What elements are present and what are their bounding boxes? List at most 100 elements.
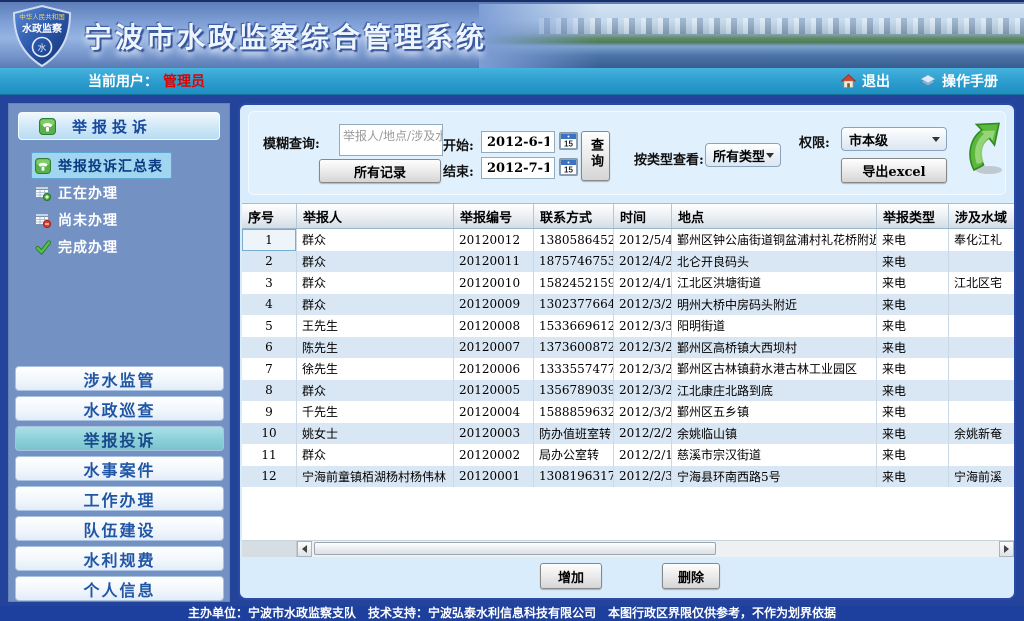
table-cell (949, 380, 1014, 402)
calendar-day-text: 15 (564, 166, 573, 175)
report-table-header: 序号举报人举报编号联系方式时间地点举报类型涉及水域 (242, 204, 1014, 229)
table-cell (949, 401, 1014, 423)
end-date-input[interactable] (481, 157, 555, 179)
table-row[interactable]: 9千先生20120004158885963252012/3/23鄞州区五乡镇来电 (242, 401, 1014, 423)
table-cell: 13567890390 (534, 380, 614, 402)
table-add-icon (35, 185, 51, 201)
column-header-5[interactable]: 地点 (672, 204, 877, 228)
end-calendar-button[interactable]: 15 (559, 158, 578, 176)
table-row[interactable]: 4群众20120009130237766492012/3/29明州大桥中房码头附… (242, 294, 1014, 316)
sidebar-subitem-1[interactable]: 正在办理 (31, 179, 127, 206)
table-cell: 2012/5/4 (614, 229, 672, 251)
table-cell: 4 (242, 294, 297, 316)
table-cell: 2012/2/10 (614, 444, 672, 466)
table-row[interactable]: 2群众20120011187574675372012/4/23北仑开良码头来电 (242, 251, 1014, 273)
column-header-4[interactable]: 时间 (614, 204, 672, 228)
sidebar-subitem-label: 尚未办理 (58, 210, 118, 230)
home-icon (841, 74, 856, 88)
table-cell: 江北康庄北路到底 (672, 380, 877, 402)
table-cell: 20120009 (454, 294, 534, 316)
search-button-label: 查询 (586, 138, 605, 170)
scroll-right-button[interactable] (999, 541, 1014, 557)
table-cell (949, 358, 1014, 380)
table-cell: 群众 (297, 444, 454, 466)
sidebar-menu-item-7[interactable]: 个人信息 (15, 576, 224, 601)
table-cell: 13081963176 (534, 466, 614, 488)
manual-button[interactable]: 操作手册 (920, 71, 998, 91)
table-row[interactable]: 5王先生20120008153366961212012/3/31阳明街道来电 (242, 315, 1014, 337)
sidebar-section-title: 举报投诉 (72, 116, 152, 137)
type-dropdown[interactable]: 所有类型 (705, 143, 781, 167)
column-header-0[interactable]: 序号 (242, 204, 297, 228)
column-header-6[interactable]: 举报类型 (877, 204, 949, 228)
chevron-down-icon (932, 137, 940, 142)
scrollbar-thumb[interactable] (314, 542, 716, 555)
table-row[interactable]: 3群众20120010158245215972012/4/17江北区洪塘街道来电… (242, 272, 1014, 294)
user-bar: 当前用户： 管理员 退出 (0, 68, 1024, 95)
table-cell: 防办值班室转 (534, 423, 614, 445)
table-cell: 5 (242, 315, 297, 337)
sidebar-subitem-0[interactable]: 举报投诉汇总表 (31, 152, 172, 179)
page-title: 宁波市水政监察综合管理系统 (84, 16, 487, 56)
scroll-left-button[interactable] (297, 541, 312, 557)
table-row[interactable]: 8群众20120005135678903902012/3/26江北康庄北路到底来… (242, 380, 1014, 402)
delete-button[interactable]: 删除 (662, 563, 720, 589)
sidebar-menu-item-4[interactable]: 工作办理 (15, 486, 224, 511)
table-row[interactable]: 7徐先生20120006133355747782012/3/29鄞州区古林镇葑水… (242, 358, 1014, 380)
table-cell (949, 444, 1014, 466)
sidebar-subitem-3[interactable]: 完成办理 (31, 233, 127, 260)
table-cell: 群众 (297, 294, 454, 316)
table-cell: 来电 (877, 423, 949, 445)
add-button[interactable]: 增加 (540, 563, 602, 589)
export-excel-button[interactable]: 导出excel (841, 158, 947, 183)
table-row[interactable]: 10姚女士20120003防办值班室转2012/2/23余姚临山镇来电余姚新奄 (242, 423, 1014, 445)
table-cell: 奉化江礼 (949, 229, 1014, 251)
sidebar-section-report-complaints[interactable]: 举报投诉 (18, 112, 220, 140)
table-cell: 20120007 (454, 337, 534, 359)
table-cell: 徐先生 (297, 358, 454, 380)
sidebar-menu-item-1[interactable]: 水政巡查 (15, 396, 224, 421)
sidebar-menu-item-0[interactable]: 涉水监管 (15, 366, 224, 391)
table-cell (949, 251, 1014, 273)
table-row[interactable]: 1群众20120012138058645282012/5/4鄞州区钟公庙街道铜盆… (242, 229, 1014, 251)
header-city-photo (479, 4, 1024, 70)
table-row[interactable]: 6陈先生20120007137360087292012/3/29鄞州区高桥镇大西… (242, 337, 1014, 359)
table-cell: 陈先生 (297, 337, 454, 359)
start-calendar-button[interactable]: 15 (559, 132, 578, 150)
sidebar-subitem-2[interactable]: 尚未办理 (31, 206, 127, 233)
logo-main-text: 水政监察 (21, 22, 63, 35)
table-cell: 鄞州区五乡镇 (672, 401, 877, 423)
table-cell: 15336696121 (534, 315, 614, 337)
permission-dropdown[interactable]: 市本级 (841, 127, 947, 151)
column-header-7[interactable]: 涉及水域 (949, 204, 1014, 228)
sidebar-menu-item-3[interactable]: 水事案件 (15, 456, 224, 481)
search-button[interactable]: 查询 (581, 131, 610, 181)
table-remove-icon (35, 212, 51, 228)
table-cell: 18757467537 (534, 251, 614, 273)
all-records-button[interactable]: 所有记录 (319, 159, 441, 183)
sidebar-menu-item-2[interactable]: 举报投诉 (15, 426, 224, 451)
column-header-3[interactable]: 联系方式 (534, 204, 614, 228)
logout-button[interactable]: 退出 (841, 71, 890, 91)
table-cell: 20120002 (454, 444, 534, 466)
table-cell: 来电 (877, 337, 949, 359)
column-header-2[interactable]: 举报编号 (454, 204, 534, 228)
scrollbar-track[interactable] (312, 541, 999, 557)
fuzzy-search-input[interactable] (339, 124, 443, 156)
sidebar-subitem-label: 举报投诉汇总表 (58, 156, 163, 176)
fuzzy-search-label: 模糊查询: (263, 133, 320, 152)
table-row[interactable]: 12宁海前童镇栢湖杨村杨伟林20120001130819631762012/2/… (242, 466, 1014, 488)
table-cell: 2 (242, 251, 297, 273)
refresh-arrow-icon[interactable] (965, 120, 1005, 178)
sidebar-menu-item-5[interactable]: 队伍建设 (15, 516, 224, 541)
table-cell: 江北区洪塘街道 (672, 272, 877, 294)
start-date-input[interactable] (481, 131, 555, 153)
sidebar-menu-item-6[interactable]: 水利规费 (15, 546, 224, 571)
table-cell: 余姚新奄 (949, 423, 1014, 445)
table-cell (949, 315, 1014, 337)
table-cell: 宁海前溪 (949, 466, 1014, 488)
table-cell: 群众 (297, 251, 454, 273)
main-panel: 模糊查询: 所有记录 开始: 15 结束: 15 (238, 103, 1016, 600)
column-header-1[interactable]: 举报人 (297, 204, 454, 228)
table-row[interactable]: 11群众20120002局办公室转2012/2/10慈溪市宗汉街道来电 (242, 444, 1014, 466)
